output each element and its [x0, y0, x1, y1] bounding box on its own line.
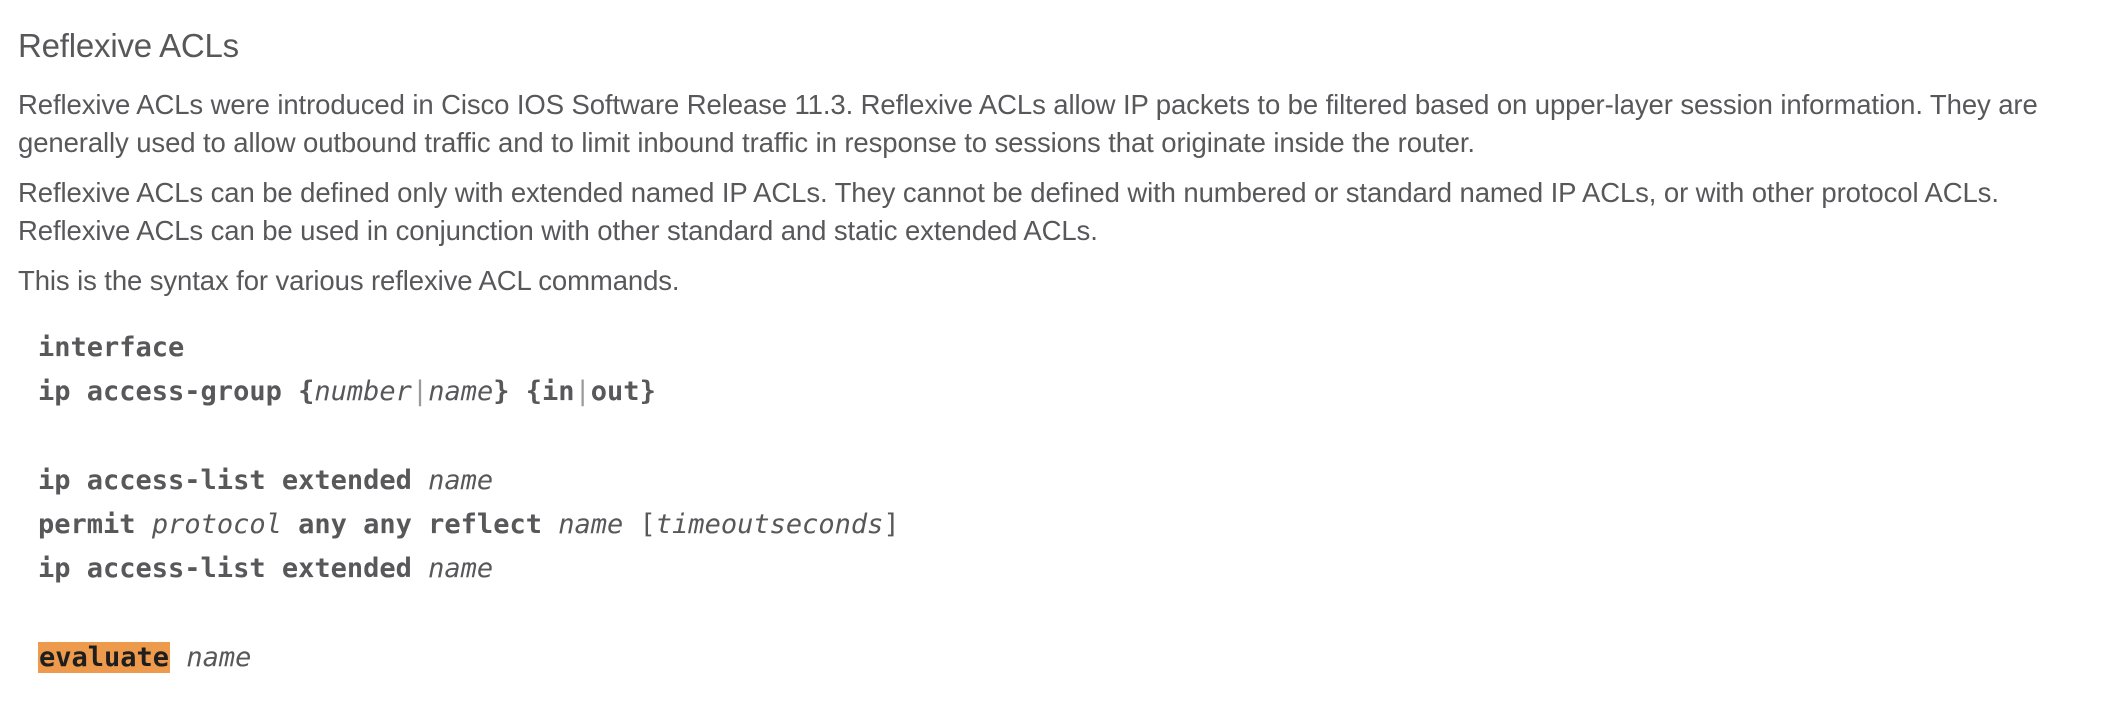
code-keyword: permit [38, 509, 136, 540]
code-argument: name [186, 642, 252, 673]
code-option: out [590, 376, 640, 407]
code-argument: timeoutseconds [655, 509, 884, 540]
code-argument: name [558, 509, 624, 540]
code-separator: | [411, 376, 429, 407]
code-option: in [542, 376, 575, 407]
code-line-permit-reflect: permit protocol any any reflect name [ti… [38, 503, 900, 547]
code-brace: { [298, 376, 315, 407]
code-brace: } [493, 376, 510, 407]
code-brace: { [525, 376, 543, 407]
code-line-interface: interface [38, 326, 184, 370]
section-title: Reflexive ACLs [18, 27, 239, 64]
code-line-evaluate: evaluate name [38, 636, 251, 680]
code-line-access-list-extended-2: ip access-list extended name [38, 547, 493, 591]
code-separator: | [574, 376, 591, 407]
code-bracket: [ [639, 509, 656, 540]
code-argument: name [428, 376, 494, 407]
code-argument: number [314, 376, 412, 407]
code-brace: } [639, 376, 656, 407]
code-keyword: any any reflect [298, 509, 542, 540]
code-keyword: ip access-list extended [38, 553, 412, 584]
code-line-access-group: ip access-group {number|name} {in|out} [38, 370, 656, 414]
code-keyword: ip access-group [38, 376, 282, 407]
code-keyword: ip access-list extended [38, 465, 412, 496]
code-argument: protocol [151, 509, 282, 540]
code-argument: name [428, 465, 494, 496]
code-argument: name [428, 553, 494, 584]
paragraph-introduction: Reflexive ACLs were introduced in Cisco … [18, 89, 2038, 158]
code-bracket: ] [883, 509, 900, 540]
code-line-access-list-extended: ip access-list extended name [38, 459, 493, 503]
code-keyword: interface [38, 332, 185, 363]
highlighted-keyword: evaluate [38, 642, 171, 673]
paragraph-syntax-intro: This is the syntax for various reflexive… [18, 265, 680, 296]
paragraph-definition: Reflexive ACLs can be defined only with … [18, 177, 1999, 246]
